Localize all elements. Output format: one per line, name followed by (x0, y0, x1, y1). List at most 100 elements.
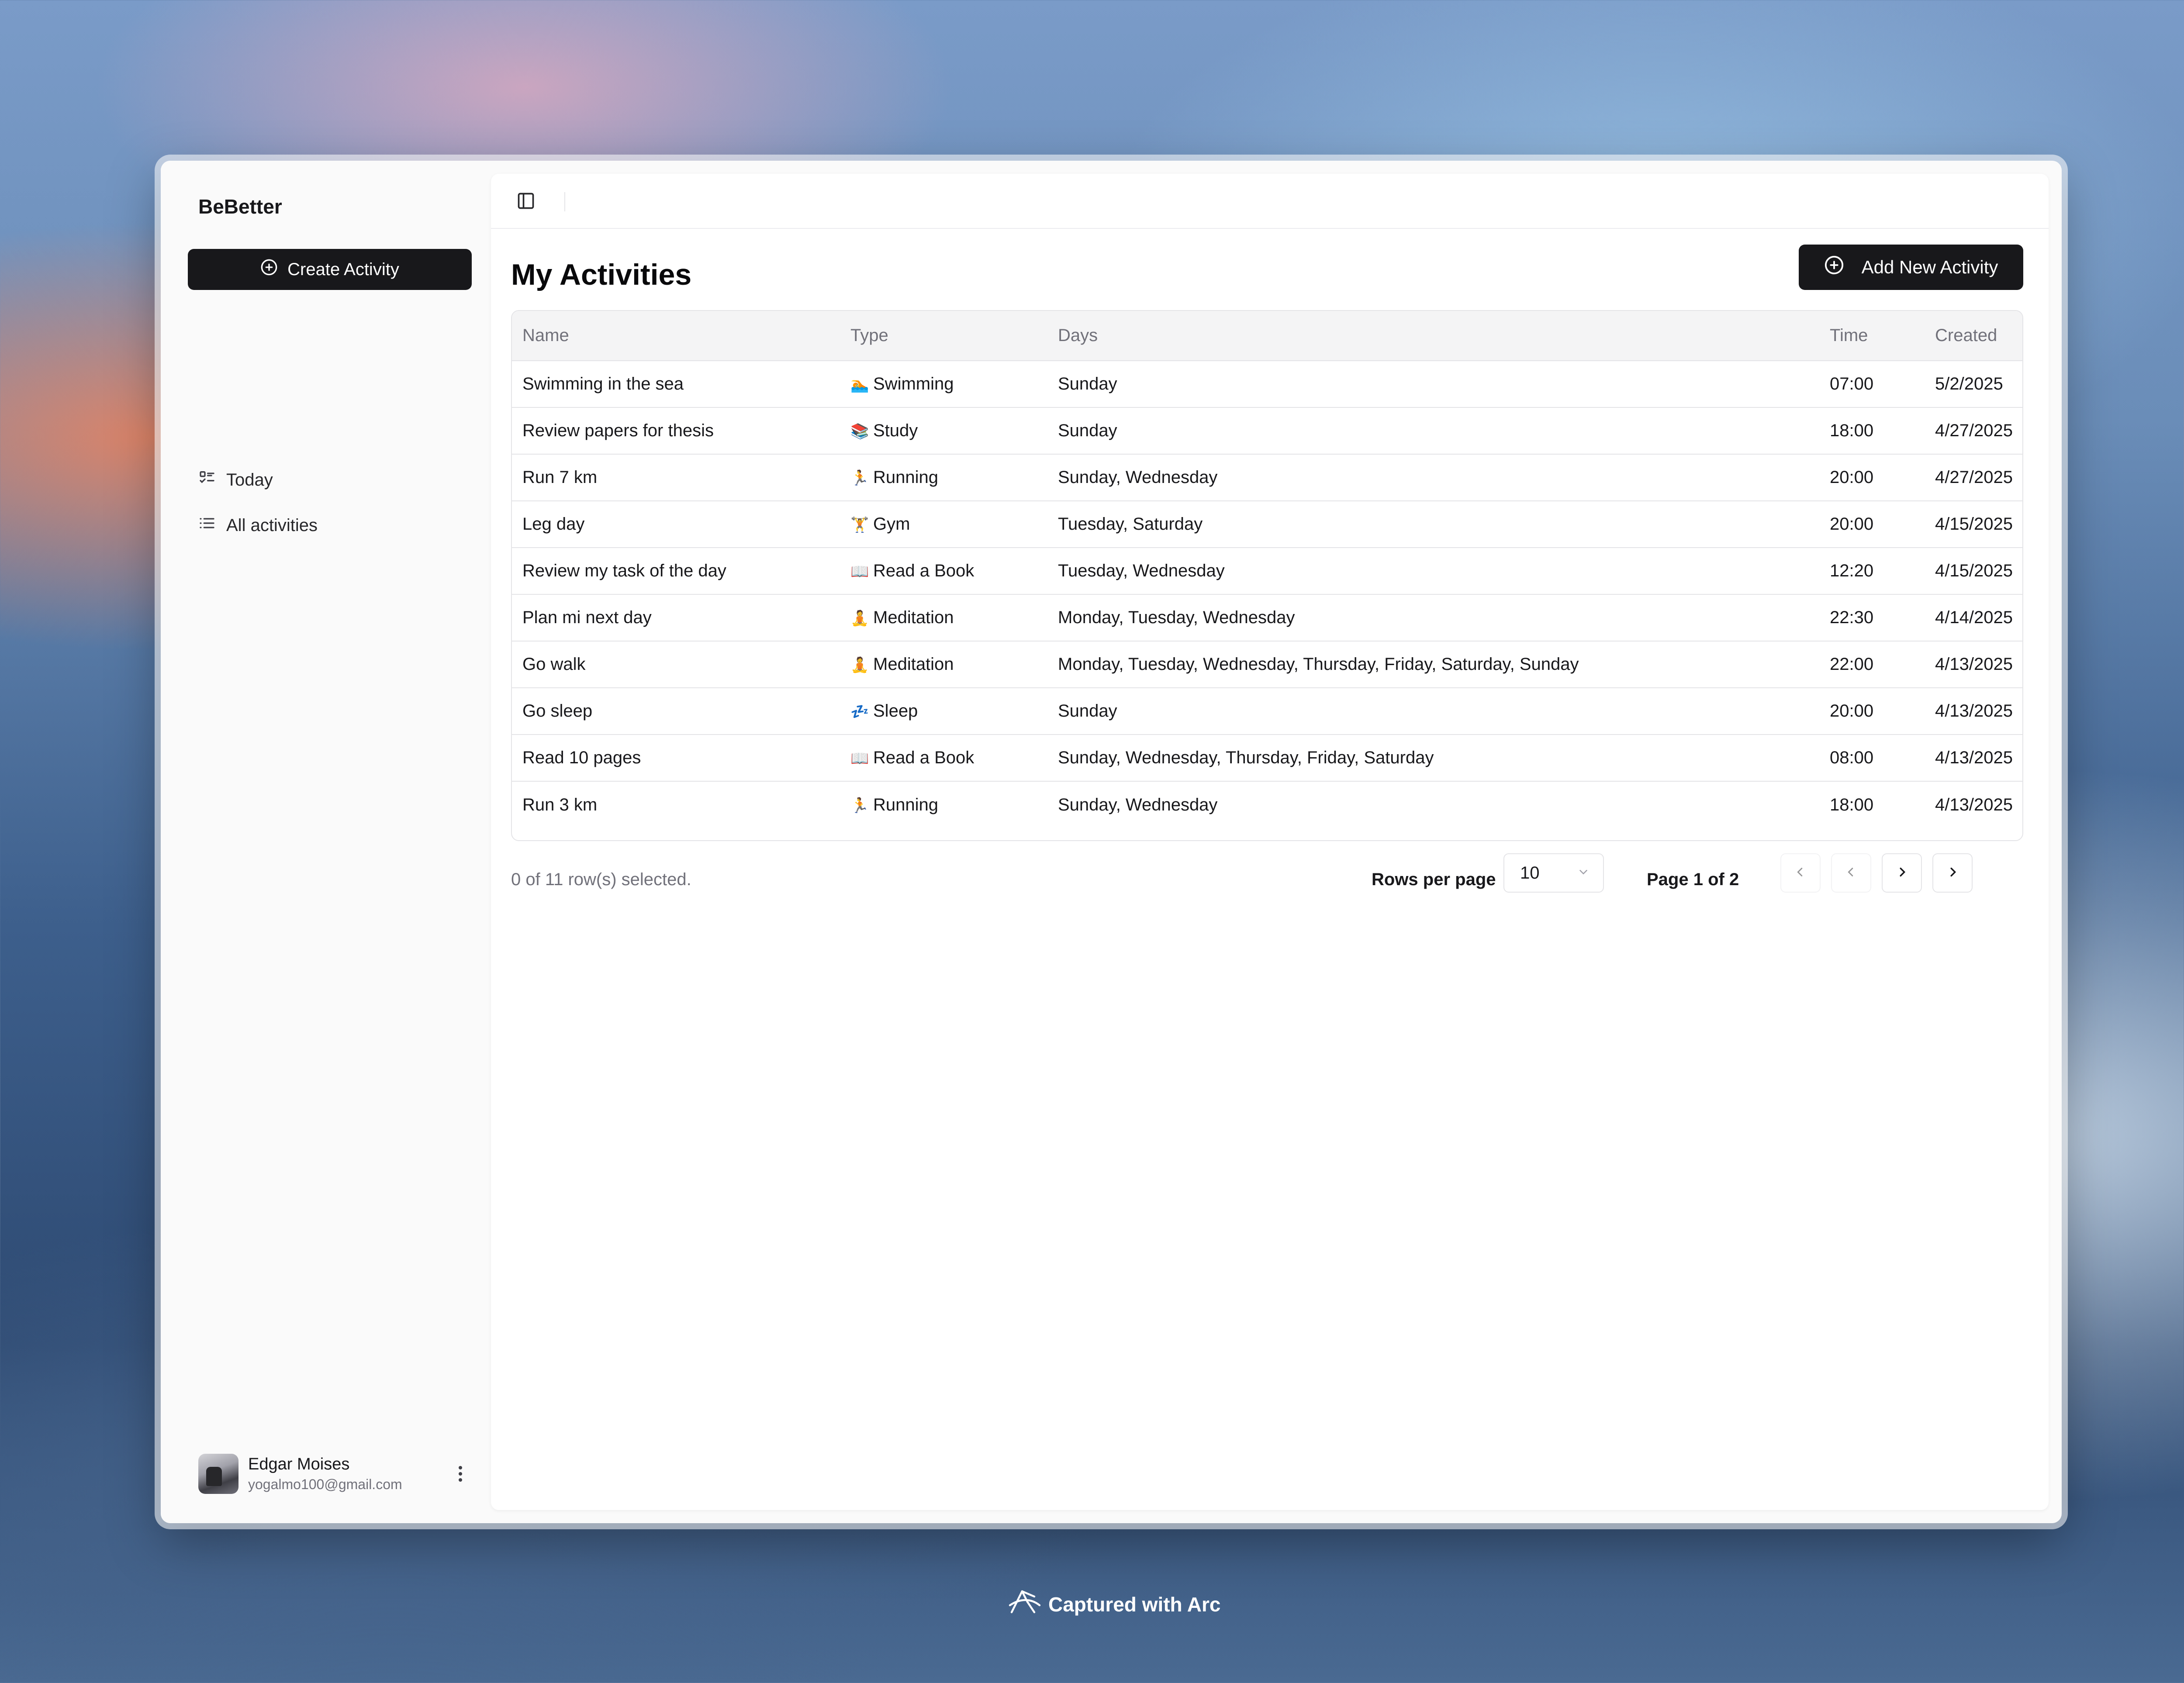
cell-days: Sunday (1058, 374, 1117, 393)
cell-name: Review my task of the day (522, 561, 726, 580)
table-row[interactable]: Swimming in the sea 🏊 Swimming Sunday 07:… (512, 361, 2022, 407)
cell-type: 🏋 Gym (840, 501, 1047, 548)
cell-days: Tuesday, Saturday (1058, 514, 1203, 534)
activity-type-icon: 🏃 (850, 797, 869, 814)
user-email: yogalmo100@gmail.com (248, 1476, 402, 1492)
activity-type-icon: 💤 (850, 704, 869, 720)
first-page-button[interactable] (1780, 853, 1821, 893)
list-checks-icon (198, 469, 216, 491)
sidebar: BeBetter Create Activity Today All activ… (161, 161, 491, 1523)
sidebar-item-all-activities[interactable]: All activities (191, 506, 471, 545)
cell-created: 4/15/2025 (1935, 561, 2013, 580)
cell-days: Sunday, Wednesday (1058, 468, 1218, 487)
type-label: Gym (873, 514, 910, 534)
cell-created: 4/13/2025 (1935, 748, 2013, 767)
cell-time: 20:00 (1830, 514, 1874, 534)
cell-days: Tuesday, Wednesday (1058, 561, 1225, 580)
column-header-name[interactable]: Name (512, 311, 840, 361)
column-header-type[interactable]: Type (840, 311, 1047, 361)
cell-type: 📖 Read a Book (840, 735, 1047, 781)
table-row[interactable]: Leg day 🏋 Gym Tuesday, Saturday 20:00 4/1… (512, 501, 2022, 548)
user-menu[interactable]: Edgar Moises yogalmo100@gmail.com (198, 1450, 469, 1498)
rows-per-page-select[interactable]: 10 (1503, 853, 1604, 893)
column-header-time[interactable]: Time (1819, 311, 1925, 361)
sidebar-item-label: Today (226, 470, 273, 490)
column-header-created[interactable]: Created (1925, 311, 2022, 361)
cell-name: Plan mi next day (522, 608, 652, 627)
plus-circle-icon (1824, 255, 1844, 279)
cell-time: 20:00 (1830, 701, 1874, 721)
type-label: Read a Book (873, 748, 975, 767)
add-new-activity-button[interactable]: Add New Activity (1799, 245, 2023, 290)
chevron-left-icon (1844, 865, 1859, 882)
create-activity-label: Create Activity (287, 259, 399, 279)
last-page-button[interactable] (1932, 853, 1973, 893)
user-info: Edgar Moises yogalmo100@gmail.com (248, 1455, 442, 1493)
chevron-right-icon (1894, 865, 1909, 882)
top-bar (491, 174, 2049, 229)
cell-time: 22:00 (1830, 655, 1874, 674)
cell-days: Monday, Tuesday, Wednesday, Thursday, Fr… (1058, 655, 1579, 674)
cell-days: Sunday, Wednesday, Thursday, Friday, Sat… (1058, 748, 1434, 767)
table-row[interactable]: Go walk 🧘 Meditation Monday, Tuesday, Wed… (512, 641, 2022, 688)
cell-created: 4/13/2025 (1935, 655, 2013, 674)
cell-type: 🏊 Swimming (840, 361, 1047, 407)
cell-name: Go sleep (522, 701, 593, 721)
sidebar-toggle-icon[interactable] (512, 187, 540, 215)
next-page-button[interactable] (1882, 853, 1922, 893)
table-row[interactable]: Run 7 km 🏃 Running Sunday, Wednesday 20:0… (512, 454, 2022, 501)
app-window: BeBetter Create Activity Today All activ… (161, 161, 2062, 1523)
more-vertical-icon[interactable] (452, 1465, 469, 1483)
activity-type-icon: 🏃 (850, 470, 869, 486)
table-row[interactable]: Go sleep 💤 Sleep Sunday 20:00 4/13/2025 (512, 688, 2022, 735)
avatar (198, 1454, 238, 1494)
page-title: My Activities (511, 258, 692, 291)
cell-created: 5/2/2025 (1935, 374, 2003, 393)
user-name: Edgar Moises (248, 1455, 350, 1473)
cell-type: 🧘 Meditation (840, 594, 1047, 641)
create-activity-button[interactable]: Create Activity (188, 249, 472, 290)
plus-circle-icon (260, 259, 278, 280)
list-icon (198, 514, 216, 536)
chevrons-right-icon (1945, 865, 1960, 882)
previous-page-button[interactable] (1831, 853, 1871, 893)
table-row[interactable]: Review papers for thesis 📚 Study Sunday 1… (512, 407, 2022, 454)
cell-name: Run 3 km (522, 795, 598, 814)
cell-created: 4/13/2025 (1935, 701, 2013, 721)
add-new-activity-label: Add New Activity (1861, 257, 1998, 277)
cell-time: 20:00 (1830, 468, 1874, 487)
cell-name: Run 7 km (522, 468, 598, 487)
cell-days: Sunday (1058, 421, 1117, 440)
cell-type: 🏃 Running (840, 454, 1047, 501)
table-row[interactable]: Review my task of the day 📖 Read a Book T… (512, 548, 2022, 594)
type-label: Running (873, 468, 939, 487)
table-row[interactable]: Read 10 pages 📖 Read a Book Sunday, Wedne… (512, 735, 2022, 781)
cell-type: 🏃 Running (840, 781, 1047, 828)
arc-capture-badge: Captured with Arc (1008, 1588, 1220, 1621)
cell-created: 4/15/2025 (1935, 514, 2013, 534)
brand-title: BeBetter (198, 195, 282, 218)
cell-name: Read 10 pages (522, 748, 641, 767)
table-row[interactable]: Run 3 km 🏃 Running Sunday, Wednesday 18:0… (512, 781, 2022, 828)
arc-capture-label: Captured with Arc (1048, 1593, 1221, 1616)
type-label: Meditation (873, 655, 954, 674)
type-label: Sleep (873, 701, 918, 721)
activity-type-icon: 🏋 (850, 517, 869, 533)
sidebar-item-today[interactable]: Today (191, 460, 471, 500)
cell-time: 12:20 (1830, 561, 1874, 580)
activity-type-icon: 📖 (850, 563, 869, 580)
type-label: Running (873, 795, 939, 814)
table-row[interactable]: Plan mi next day 🧘 Meditation Monday, Tue… (512, 594, 2022, 641)
type-label: Meditation (873, 608, 954, 627)
activity-type-icon: 🏊 (850, 376, 869, 393)
cell-created: 4/27/2025 (1935, 421, 2013, 440)
cell-type: 📚 Study (840, 407, 1047, 454)
activity-type-icon: 🧘 (850, 610, 869, 627)
cell-time: 22:30 (1830, 608, 1874, 627)
column-header-days[interactable]: Days (1047, 311, 1819, 361)
type-label: Read a Book (873, 561, 975, 580)
cell-time: 18:00 (1830, 421, 1874, 440)
type-label: Study (873, 421, 918, 440)
cell-name: Review papers for thesis (522, 421, 714, 440)
type-label: Swimming (873, 374, 954, 393)
